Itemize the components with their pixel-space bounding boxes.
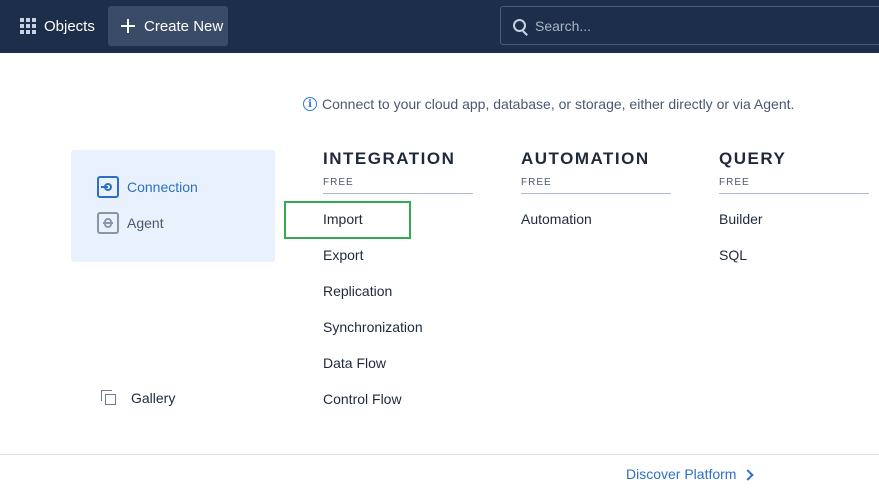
query-title: QUERY [719, 149, 787, 168]
info-text: Connect to your cloud app, database, or … [322, 96, 795, 112]
menu-item-automation[interactable]: Automation [521, 211, 592, 247]
automation-title: AUTOMATION [521, 149, 650, 168]
search-input[interactable] [533, 16, 837, 35]
gallery-icon [101, 390, 117, 406]
menu-item-export[interactable]: Export [323, 247, 423, 283]
menu-item-sql[interactable]: SQL [719, 247, 763, 283]
menu-item-data-flow[interactable]: Data Flow [323, 355, 423, 391]
automation-column: AUTOMATION FREE Automation [521, 149, 671, 227]
automation-divider [521, 193, 671, 194]
query-column: QUERY FREE Builder SQL [719, 149, 869, 263]
automation-subtitle: FREE [521, 177, 552, 188]
info-icon: i [303, 97, 317, 111]
agent-option[interactable]: Agent [97, 212, 164, 234]
agent-icon [97, 212, 119, 234]
agent-label: Agent [127, 215, 164, 231]
integration-divider [323, 193, 473, 194]
menu-item-control-flow[interactable]: Control Flow [323, 391, 423, 427]
chevron-right-icon [742, 468, 755, 481]
menu-item-import[interactable]: Import [323, 211, 423, 247]
gallery-label: Gallery [131, 390, 176, 406]
connection-type-panel: Connection Agent [71, 150, 275, 262]
integration-subtitle: FREE [323, 177, 354, 188]
objects-menu-button[interactable]: Objects [10, 6, 102, 46]
plus-icon [120, 18, 136, 34]
menu-item-replication[interactable]: Replication [323, 283, 423, 319]
discover-platform-link[interactable]: Discover Platform [626, 466, 755, 482]
create-new-label: Create New [144, 17, 224, 35]
query-subtitle: FREE [719, 177, 750, 188]
info-message: i Connect to your cloud app, database, o… [303, 96, 794, 112]
objects-label: Objects [44, 17, 95, 35]
connection-option[interactable]: Connection [97, 176, 198, 198]
grid-icon [20, 18, 36, 34]
connection-icon [97, 176, 119, 198]
footer-divider [0, 454, 879, 455]
gallery-link[interactable]: Gallery [101, 390, 175, 406]
menu-item-synchronization[interactable]: Synchronization [323, 319, 423, 355]
search-box [500, 6, 879, 45]
query-divider [719, 193, 869, 194]
connection-label: Connection [127, 179, 198, 195]
top-bar: Objects Create New [0, 0, 879, 53]
integration-column: INTEGRATION FREE Import Export Replicati… [323, 149, 473, 407]
discover-platform-label: Discover Platform [626, 466, 737, 482]
menu-item-builder[interactable]: Builder [719, 211, 763, 247]
integration-title: INTEGRATION [323, 149, 456, 168]
search-icon [513, 18, 527, 33]
create-new-button[interactable]: Create New [108, 6, 228, 46]
